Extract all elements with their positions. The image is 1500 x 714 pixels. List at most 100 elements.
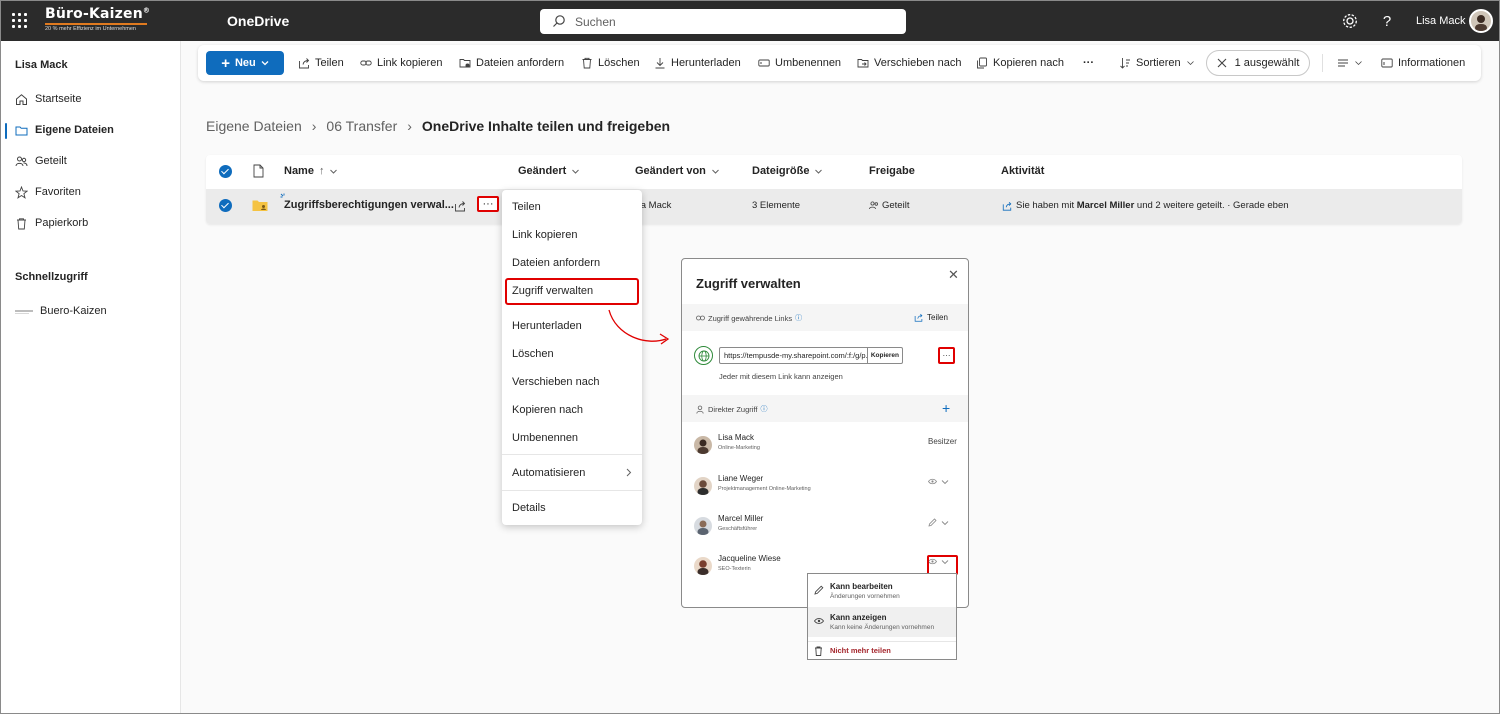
file-name[interactable]: Zugriffsberechtigungen verwal...	[284, 199, 454, 211]
move-to-label: Verschieben nach	[874, 57, 962, 69]
sort-button[interactable]: Sortieren	[1119, 55, 1195, 71]
share-button[interactable]: Teilen	[298, 55, 344, 71]
column-header-modified[interactable]: Geändert	[518, 165, 580, 177]
close-icon[interactable]	[1217, 58, 1227, 68]
person-icon	[696, 405, 704, 414]
permission-dropdown[interactable]	[928, 518, 949, 527]
add-person-icon[interactable]: +	[942, 400, 950, 416]
more-icon: ···	[1083, 57, 1094, 69]
share-icon	[299, 58, 310, 69]
menu-item-loeschen[interactable]: Löschen	[512, 348, 554, 360]
menu-item-teilen[interactable]: Teilen	[512, 201, 541, 213]
search-input[interactable]: Suchen	[540, 9, 906, 34]
waffle-icon[interactable]	[12, 13, 28, 29]
more-icon: ···	[942, 351, 951, 360]
sidebar-item-label: Geteilt	[35, 155, 67, 167]
menu-item-verschieben-nach[interactable]: Verschieben nach	[512, 376, 599, 388]
permission-menu: Kann bearbeiten Änderungen vornehmen Kan…	[807, 573, 957, 660]
sidebar-item-startseite[interactable]: Startseite	[15, 89, 81, 109]
column-header-modified-by[interactable]: Geändert von	[635, 165, 720, 177]
sidebar-item-label: Startseite	[35, 93, 82, 105]
gear-icon[interactable]	[1341, 12, 1359, 30]
sharing-label: Geteilt	[882, 200, 910, 211]
share-label: Teilen	[315, 57, 344, 69]
option-can-edit[interactable]: Kann bearbeiten Änderungen vornehmen	[808, 576, 956, 606]
chevron-down-icon	[941, 479, 949, 484]
menu-item-automatisieren[interactable]: Automatisieren	[512, 467, 632, 479]
sidebar-item-favoriten[interactable]: Favoriten	[15, 182, 81, 202]
selection-pill[interactable]: 1 ausgewählt	[1206, 50, 1310, 76]
chevron-right-icon	[626, 468, 632, 477]
share-icon[interactable]	[454, 200, 466, 212]
share-link-field[interactable]: https://tempusde-my.sharepoint.com/:f:/g…	[719, 347, 903, 364]
info-label: Informationen	[1398, 57, 1466, 69]
search-icon	[553, 15, 565, 27]
menu-item-link-kopieren[interactable]: Link kopieren	[512, 229, 577, 241]
option-title: Kann bearbeiten	[830, 582, 893, 591]
column-label: Geändert	[518, 165, 567, 177]
breadcrumb-item[interactable]: Eigene Dateien	[206, 118, 302, 134]
avatar	[694, 477, 712, 495]
menu-item-umbenennen[interactable]: Umbenennen	[512, 432, 578, 444]
link-icon	[360, 60, 372, 66]
close-icon[interactable]: ✕	[948, 267, 959, 283]
info-icon[interactable]: ⓘ	[795, 313, 802, 323]
quick-access-item-buero-kaizen[interactable]: Buero-Kaizen	[15, 301, 107, 321]
globe-icon	[694, 346, 713, 365]
copy-to-button[interactable]: Kopieren nach	[976, 55, 1064, 71]
menu-item-details[interactable]: Details	[512, 502, 546, 514]
menu-item-kopieren-nach[interactable]: Kopieren nach	[512, 404, 583, 416]
column-header-name[interactable]: Name ↑	[284, 165, 338, 177]
option-description: Änderungen vornehmen	[830, 593, 900, 600]
sidebar-item-papierkorb[interactable]: Papierkorb	[15, 213, 88, 233]
column-header-size[interactable]: Dateigröße	[752, 165, 823, 177]
table-row[interactable]: Zugriffsberechtigungen verwal... ··· sa …	[206, 189, 1462, 224]
option-can-view[interactable]: Kann anzeigen Kann keine Änderungen vorn…	[808, 607, 956, 637]
avatar[interactable]	[1469, 9, 1493, 33]
sidebar-item-label: Favoriten	[35, 186, 81, 198]
column-label: Aktivität	[1001, 165, 1045, 177]
info-button[interactable]: Informationen	[1381, 55, 1465, 71]
context-menu: Teilen Link kopieren Dateien anfordern Z…	[502, 190, 642, 525]
copy-link-button[interactable]: Link kopieren	[360, 55, 442, 71]
breadcrumb-item[interactable]: 06 Transfer	[326, 118, 397, 134]
request-files-button[interactable]: Dateien anfordern	[459, 55, 564, 71]
sort-icon	[1120, 58, 1130, 69]
home-icon	[16, 93, 27, 105]
download-button[interactable]: Herunterladen	[654, 55, 741, 71]
folder-icon	[15, 126, 28, 135]
rename-button[interactable]: Umbenennen	[758, 55, 841, 71]
file-type-icon	[253, 164, 264, 178]
person-name: Marcel Miller	[718, 514, 764, 523]
person-role: Projektmanagement Online-Marketing	[718, 486, 811, 492]
menu-item-zugriff-verwalten[interactable]: Zugriff verwalten	[512, 285, 593, 297]
more-commands-button[interactable]: ···	[1083, 55, 1094, 71]
copy-icon	[977, 57, 987, 69]
sidebar-item-eigene-dateien[interactable]: Eigene Dateien	[15, 120, 114, 140]
option-stop-sharing[interactable]: Nicht mehr teilen	[808, 641, 956, 659]
move-to-button[interactable]: Verschieben nach	[857, 55, 961, 71]
user-name[interactable]: Lisa Mack	[1416, 15, 1466, 27]
dialog-share-button[interactable]: Teilen	[914, 313, 948, 322]
link-more-button[interactable]: ···	[938, 347, 955, 364]
chevron-down-icon	[1186, 61, 1194, 66]
sidebar-item-geteilt[interactable]: Geteilt	[15, 151, 67, 171]
row-checkbox[interactable]	[219, 199, 232, 212]
share-activity-icon	[1002, 201, 1012, 211]
select-all-checkbox[interactable]	[219, 165, 232, 178]
copy-link-button[interactable]: Kopieren	[866, 348, 902, 363]
menu-divider	[502, 454, 642, 455]
sidebar-item-label: Eigene Dateien	[35, 124, 114, 136]
app-name[interactable]: OneDrive	[227, 13, 289, 29]
permission-dropdown[interactable]	[928, 478, 949, 485]
menu-item-dateien-anfordern[interactable]: Dateien anfordern	[512, 257, 600, 269]
brand-underline	[45, 23, 147, 25]
new-button[interactable]: + Neu	[206, 51, 284, 75]
info-icon[interactable]: ⓘ	[760, 404, 767, 414]
delete-button[interactable]: Löschen	[581, 55, 640, 71]
brand-logo[interactable]: Büro-Kaizen® 20 % mehr Effizienz im Unte…	[45, 6, 150, 32]
help-icon[interactable]: ?	[1378, 12, 1396, 30]
menu-item-herunterladen[interactable]: Herunterladen	[512, 320, 582, 332]
row-more-button[interactable]: ···	[477, 196, 499, 212]
view-options-button[interactable]	[1337, 55, 1363, 71]
